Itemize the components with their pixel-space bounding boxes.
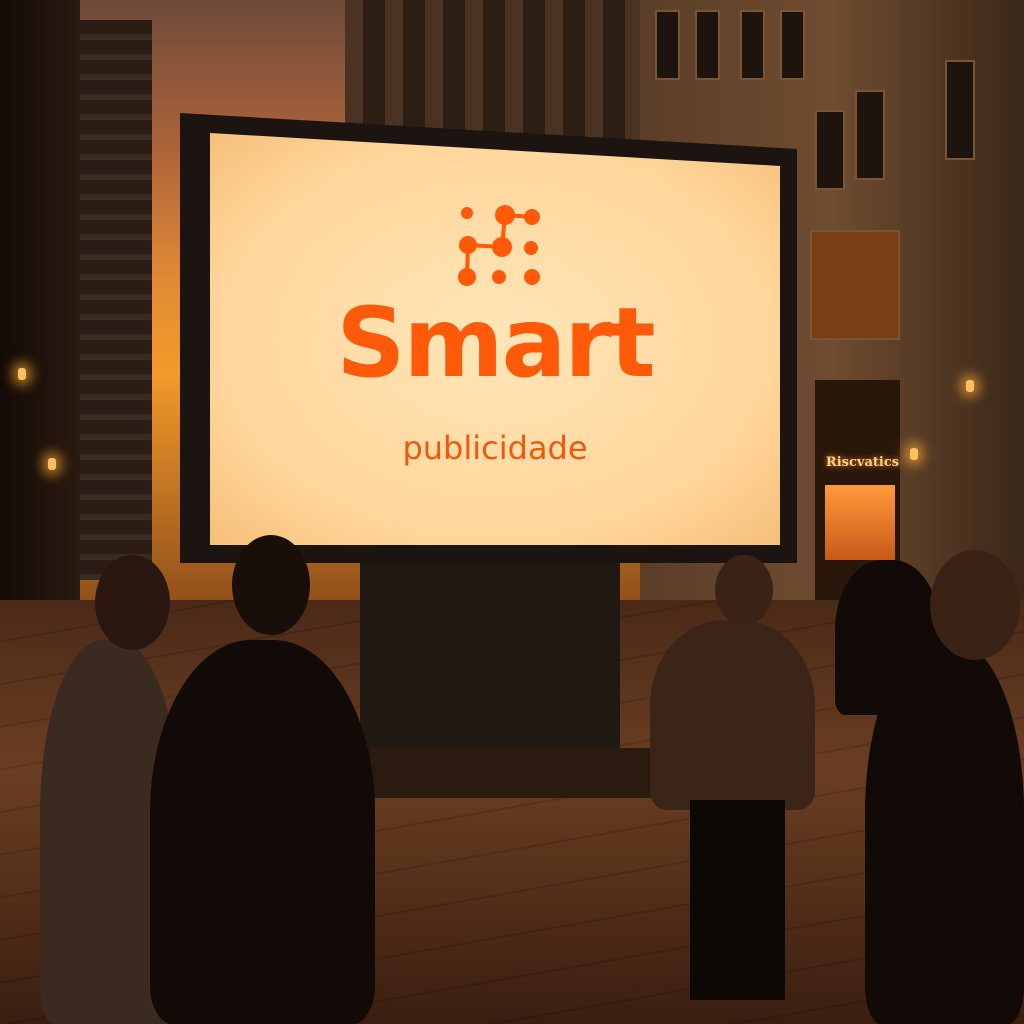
shop-window xyxy=(825,485,895,560)
shop-sign: Riscvatics xyxy=(825,455,900,470)
pedestrian xyxy=(650,620,815,810)
street-lamp xyxy=(48,458,56,470)
pedestrian xyxy=(865,640,1024,1024)
connected-dots-icon xyxy=(458,205,540,286)
brand-name: Smart xyxy=(336,287,655,399)
building-window xyxy=(655,10,680,80)
pedestrian-head xyxy=(232,535,310,635)
pedestrian-head xyxy=(715,555,773,625)
pedestrian xyxy=(150,640,375,1024)
building-window xyxy=(695,10,720,80)
pedestrian-legs xyxy=(690,800,785,1000)
pedestrian-head xyxy=(95,555,170,650)
brand-tagline: publicidade xyxy=(402,429,588,467)
street-lamp xyxy=(18,368,26,380)
building-left xyxy=(0,0,80,620)
pedestrian-head xyxy=(930,550,1020,660)
building-window xyxy=(855,90,885,180)
building-window xyxy=(815,110,845,190)
building-window xyxy=(945,60,975,160)
wall-lamp xyxy=(966,380,974,392)
billboard-base xyxy=(370,748,660,798)
building-window xyxy=(740,10,765,80)
office-tower xyxy=(80,20,152,580)
building-window xyxy=(780,10,805,80)
billboard-pedestal xyxy=(360,563,620,758)
wall-lamp xyxy=(910,448,918,460)
building-window xyxy=(810,230,900,340)
